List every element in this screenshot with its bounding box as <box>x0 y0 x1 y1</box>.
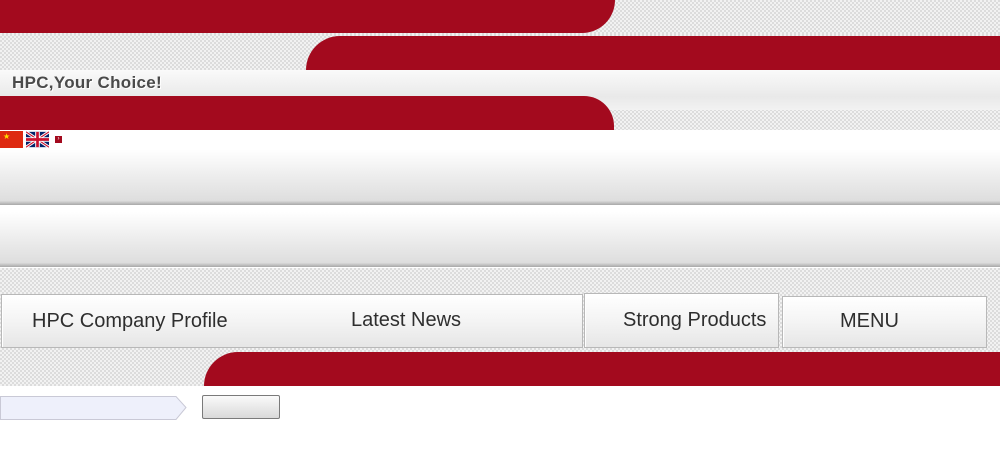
footer-red-band <box>204 352 1000 386</box>
nav-item-latest-news[interactable]: Latest News <box>351 309 461 332</box>
header-red-band-top <box>0 0 615 33</box>
star-icon: ★ <box>3 132 11 141</box>
banner-band-2 <box>0 212 1000 267</box>
nav-item-company-profile[interactable]: HPC Company Profile <box>32 310 228 333</box>
language-arrow-icon[interactable]: › <box>55 136 62 143</box>
uk-flag-graphic <box>25 130 50 149</box>
search-button[interactable] <box>202 395 280 419</box>
site-tagline: HPC,Your Choice! <box>12 73 162 92</box>
banner-band-1 <box>0 150 1000 205</box>
header-red-band-left <box>0 96 614 130</box>
header-red-band-right <box>306 36 1000 70</box>
nav-item-strong-products[interactable]: Strong Products <box>623 309 766 332</box>
search-input[interactable] <box>0 397 168 419</box>
search-box[interactable] <box>0 395 190 421</box>
uk-flag-icon[interactable] <box>25 130 50 149</box>
cn-flag-icon[interactable]: ★ <box>0 131 23 148</box>
nav-item-menu[interactable]: MENU <box>840 310 899 333</box>
